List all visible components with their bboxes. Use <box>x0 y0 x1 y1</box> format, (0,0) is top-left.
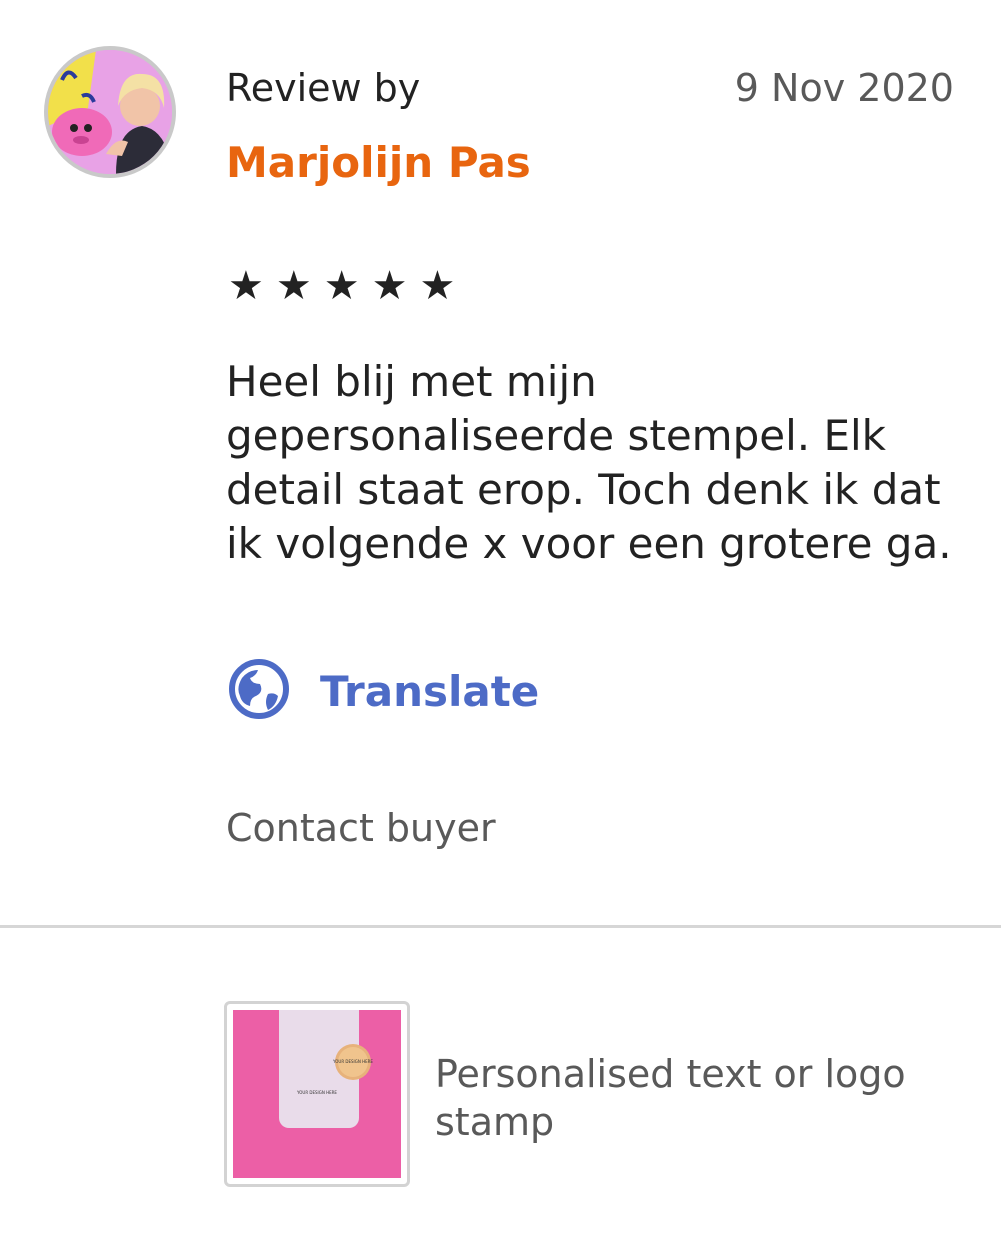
divider <box>0 925 1001 928</box>
product-thumbnail[interactable]: YOUR DESIGN HERE YOUR DESIGN HERE <box>224 1001 410 1187</box>
star-icon: ★ <box>323 263 360 309</box>
review-date: 9 Nov 2020 <box>734 66 954 110</box>
product-image: YOUR DESIGN HERE YOUR DESIGN HERE <box>233 1010 401 1178</box>
avatar-image <box>48 50 172 174</box>
card-text: YOUR DESIGN HERE <box>296 1090 337 1095</box>
review-by-label: Review by <box>226 66 421 110</box>
review-text: Heel blij met mijn gepersonaliseerde ste… <box>226 357 952 568</box>
star-rating: ★ ★ ★ ★ ★ <box>228 266 455 306</box>
star-icon: ★ <box>371 263 408 309</box>
reviewer-avatar[interactable] <box>44 46 176 178</box>
contact-buyer-link[interactable]: Contact buyer <box>226 806 496 850</box>
star-icon: ★ <box>275 263 312 309</box>
globe-icon <box>228 658 290 724</box>
translate-label: Translate <box>320 666 540 716</box>
star-icon: ★ <box>419 263 456 309</box>
translate-button[interactable]: Translate <box>228 658 539 724</box>
reviewer-name-link[interactable]: Marjolijn Pas <box>226 138 531 187</box>
star-icon: ★ <box>228 263 264 309</box>
stamp-text: YOUR DESIGN HERE <box>332 1059 373 1064</box>
product-title-link[interactable]: Personalised text or logo stamp <box>435 1050 955 1146</box>
